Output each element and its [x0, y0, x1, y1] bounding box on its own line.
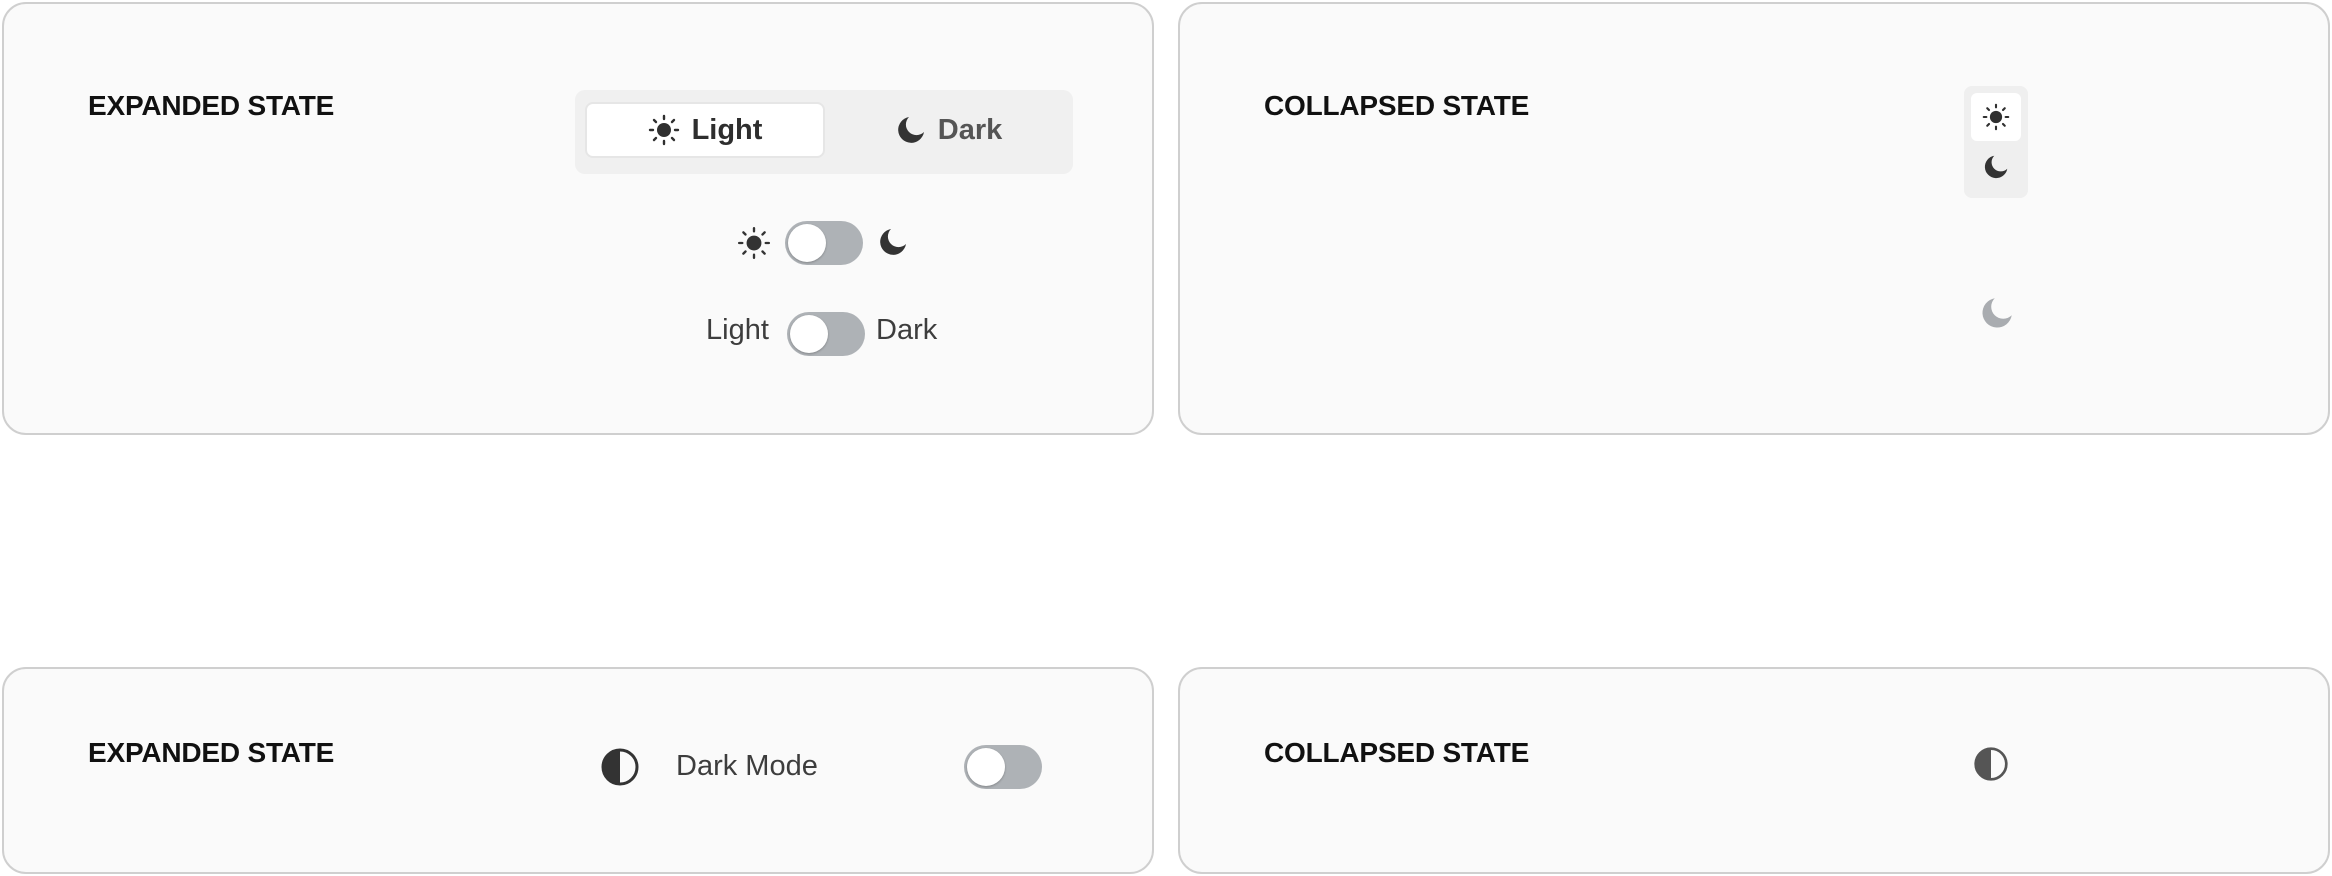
dark-mode-button[interactable]: Dark: [835, 102, 1063, 158]
contrast-icon[interactable]: [1973, 746, 2009, 782]
toggle-knob: [967, 748, 1005, 786]
dark-mode-label: Dark: [937, 113, 1003, 146]
collapsed-state-card-bottom: COLLAPSED STATE: [1178, 667, 2330, 874]
expanded-state-card-bottom: EXPANDED STATE Dark Mode: [2, 667, 1154, 874]
collapsed-state-heading: COLLAPSED STATE: [1264, 737, 1530, 768]
light-mode-label: Light: [691, 113, 763, 146]
collapsed-state-card-top: COLLAPSED STATE: [1178, 2, 2330, 435]
light-mode-button[interactable]: Light: [585, 102, 825, 158]
sun-icon: [648, 114, 680, 146]
sun-icon: [737, 226, 771, 260]
light-toggle-label: Light: [706, 314, 769, 346]
contrast-icon: [600, 747, 640, 787]
expanded-state-heading: EXPANDED STATE: [88, 737, 335, 768]
dark-mode-toggle[interactable]: [964, 745, 1042, 789]
icon-theme-toggle[interactable]: [785, 221, 863, 265]
theme-segmented-control: Light Dark: [575, 90, 1073, 174]
moon-icon[interactable]: [1980, 296, 2014, 330]
moon-icon: [878, 227, 908, 257]
moon-icon: [896, 115, 926, 145]
toggle-knob: [790, 315, 828, 353]
collapsed-theme-segmented-control: [1964, 86, 2028, 198]
light-mode-icon-button[interactable]: [1971, 93, 2021, 141]
moon-icon: [1983, 154, 2009, 180]
expanded-state-heading: EXPANDED STATE: [88, 90, 335, 121]
toggle-knob: [788, 224, 826, 262]
collapsed-state-heading: COLLAPSED STATE: [1264, 90, 1530, 121]
dark-mode-label: Dark Mode: [676, 750, 818, 782]
dark-mode-icon-button[interactable]: [1971, 143, 2021, 191]
dark-toggle-label: Dark: [876, 314, 938, 346]
sun-icon: [1982, 103, 2010, 131]
text-theme-toggle[interactable]: [787, 312, 865, 356]
expanded-state-card-top: EXPANDED STATE Light Dark Light Dark: [2, 2, 1154, 435]
